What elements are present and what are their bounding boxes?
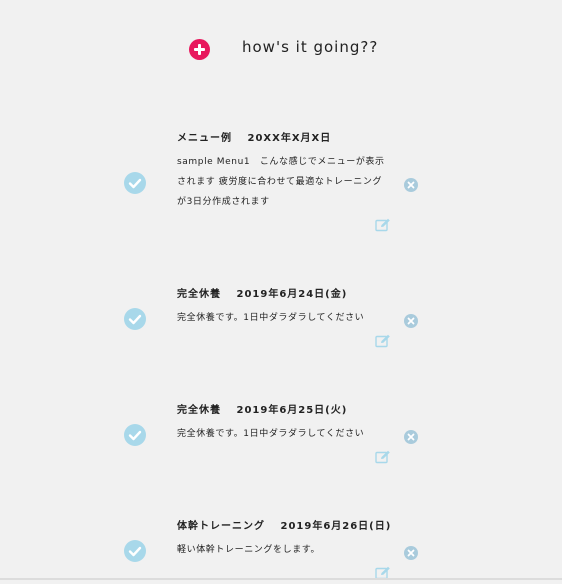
menu-item: 完全休養 2019年6月25日(火) 完全休養です。1日中ダラダラしてください xyxy=(0,401,562,471)
menu-description: 完全休養です。1日中ダラダラしてください xyxy=(177,308,391,328)
check-icon[interactable] xyxy=(124,172,146,194)
greeting-title: how's it going?? xyxy=(242,38,379,56)
description-line: されます 疲労度に合わせて最適なトレーニング xyxy=(177,177,383,187)
menu-item: 完全休養 2019年6月24日(金) 完全休養です。1日中ダラダラしてください xyxy=(0,285,562,355)
menu-item: メニュー例 20XX年X月X日 sample Menu1 こんな感じでメニューが… xyxy=(0,129,562,239)
delete-icon[interactable] xyxy=(404,430,418,444)
menu-title: 体幹トレーニング 2019年6月26日(日) xyxy=(177,521,392,532)
edit-icon[interactable] xyxy=(375,449,391,464)
menu-title: 完全休養 2019年6月24日(金) xyxy=(177,289,348,300)
menu-description: sample Menu1 こんな感じでメニューが表示 されます 疲労度に合わせて… xyxy=(177,152,391,212)
description-line: 完全休養です。1日中ダラダラしてください xyxy=(177,429,365,439)
header: how's it going?? xyxy=(0,0,562,100)
description-line: sample Menu1 こんな感じでメニューが表示 xyxy=(177,157,385,167)
check-icon[interactable] xyxy=(124,308,146,330)
edit-icon[interactable] xyxy=(375,333,391,348)
delete-icon[interactable] xyxy=(404,178,418,192)
add-menu-button[interactable] xyxy=(189,39,210,60)
delete-icon[interactable] xyxy=(404,546,418,560)
menu-description: 軽い体幹トレーニングをします。 xyxy=(177,540,391,560)
check-icon[interactable] xyxy=(124,540,146,562)
description-line: 完全休養です。1日中ダラダラしてください xyxy=(177,313,365,323)
menu-item: 体幹トレーニング 2019年6月26日(日) 軽い体幹トレーニングをします。 xyxy=(0,517,562,580)
edit-icon[interactable] xyxy=(375,217,391,232)
check-icon[interactable] xyxy=(124,424,146,446)
edit-icon[interactable] xyxy=(375,565,391,580)
description-line: 軽い体幹トレーニングをします。 xyxy=(177,545,321,555)
description-line: が3日分作成されます xyxy=(177,197,270,207)
menu-description: 完全休養です。1日中ダラダラしてください xyxy=(177,424,391,444)
menu-title: メニュー例 20XX年X月X日 xyxy=(177,133,332,144)
delete-icon[interactable] xyxy=(404,314,418,328)
menu-title: 完全休養 2019年6月25日(火) xyxy=(177,405,348,416)
